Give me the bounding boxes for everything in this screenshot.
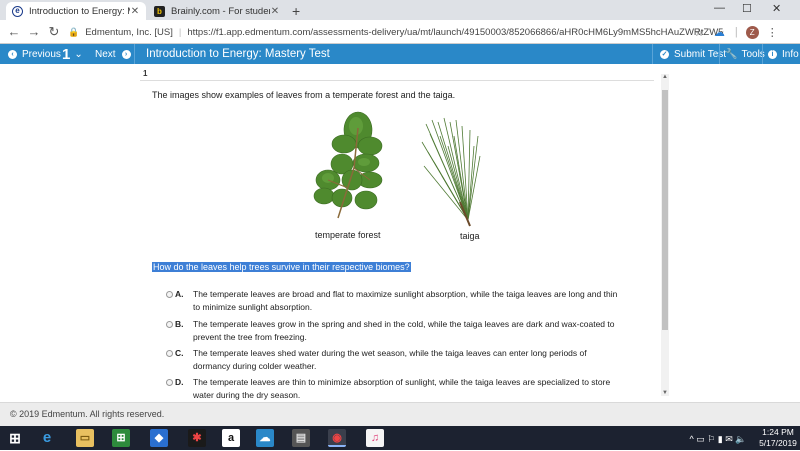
question-number-label: 1 [143,69,148,78]
submit-test-button[interactable]: ✓ Submit Test [660,44,726,64]
browser-tab-strip: e Introduction to Energy: Mastery ✕ b Br… [0,0,800,20]
separator: | [734,26,738,38]
photos-app-icon[interactable]: ✱ [188,429,206,447]
tab-title: Brainly.com - For students. By st [171,5,270,17]
close-window-button[interactable]: ✕ [772,2,781,15]
radio-button[interactable] [166,350,173,357]
star-bookmark-icon[interactable]: ☆ [694,26,704,39]
question-number: 1 [62,45,71,63]
browser-toolbar: ← → ↻ 🔒 Edmentum, Inc. [US] | https://f1… [0,20,800,44]
wrench-icon: 🔧 [725,48,738,60]
temperate-forest-caption: temperate forest [315,230,381,240]
test-title-text: Introduction to Energy: Mastery Test [146,48,330,60]
site-identity: Edmentum, Inc. [US] [85,26,173,38]
page-footer: © 2019 Edmentum. All rights reserved. [0,402,800,426]
maximize-button[interactable]: ☐ [742,2,752,15]
option-letter: C. [175,348,184,358]
chevron-down-icon: ⌄ [74,48,83,60]
oak-leaf-image [308,108,388,226]
taiga-caption: taiga [460,231,480,241]
vertical-scrollbar[interactable]: ▲ ▼ [661,74,669,396]
divider [762,44,763,64]
test-title: Introduction to Energy: Mastery Test [146,44,330,64]
copyright-text: © 2019 Edmentum. All rights reserved. [10,409,165,419]
brainly-favicon-icon: b [154,5,165,17]
tab-close-icon[interactable]: ✕ [270,6,280,17]
minimize-button[interactable]: — [714,2,725,14]
internet-explorer-icon[interactable]: e [38,429,56,447]
tools-button[interactable]: 🔧 Tools [725,44,765,64]
tab-close-icon[interactable]: ✕ [130,6,140,17]
info-button[interactable]: i Info [768,44,799,64]
radio-button[interactable] [166,291,173,298]
question-panel: 1 The images show examples of leaves fro… [0,64,800,402]
cloud-extension-icon[interactable]: ☁ [714,26,725,39]
dropbox-icon[interactable]: ◆ [150,429,168,447]
divider [134,44,135,64]
radio-button[interactable] [166,379,173,386]
edmentum-favicon-icon: e [12,5,23,17]
clock[interactable]: 1:24 PM 5/17/2019 [758,426,798,450]
forward-arrow-icon[interactable]: → [24,24,44,39]
question-selector[interactable]: 1 ⌄ [62,44,83,64]
scroll-down-icon[interactable]: ▼ [661,390,669,396]
assessment-toolbar: ‹ Previous 1 ⌄ Next › Introduction to En… [0,44,800,64]
menu-kebab-icon[interactable]: ⋮ [767,26,778,39]
back-arrow-icon[interactable]: ← [4,24,24,39]
scrollbar-thumb[interactable] [662,90,668,330]
tab-brainly[interactable]: b Brainly.com - For students. By st ✕ [148,2,286,20]
toolbar-right: ☆ ☁ | Z ⋮ [694,22,778,42]
file-explorer-icon[interactable]: ▭ [76,429,94,447]
url-text: https://f1.app.edmentum.com/assessments-… [187,26,724,38]
info-label: Info [782,48,799,60]
date-text: 5/17/2019 [759,438,797,448]
pine-needles-image [420,116,484,228]
next-label: Next [95,48,116,60]
tab-title: Introduction to Energy: Mastery [29,5,130,17]
question-text: How do the leaves help trees survive in … [152,262,411,272]
option-letter: B. [175,319,184,329]
tab-edmentum[interactable]: e Introduction to Energy: Mastery ✕ [6,2,146,20]
option-letter: A. [175,289,184,299]
windows-start-icon[interactable]: ⊞ [6,429,24,447]
lock-icon: 🔒 [68,26,80,37]
radio-button[interactable] [166,321,173,328]
profile-avatar[interactable]: Z [745,25,759,39]
previous-button[interactable]: ‹ Previous [8,44,61,64]
option-text: The temperate leaves are thin to minimiz… [193,377,611,400]
check-icon: ✓ [660,49,669,59]
itunes-icon[interactable]: ♫ [366,429,384,447]
next-button[interactable]: Next › [95,44,131,64]
reload-icon[interactable]: ↻ [44,24,64,40]
divider [719,44,720,64]
address-bar[interactable]: 🔒 Edmentum, Inc. [US] | https://f1.app.e… [68,22,724,42]
file-manager-icon[interactable]: ▤ [292,429,310,447]
chrome-icon[interactable]: ◉ [328,429,346,447]
info-icon: i [768,49,777,59]
windows-taskbar: ⊞ e ▭ ⊞ ◆ ✱ a ☁ ▤ ◉ ♫ ^ ▭ ⚐ ▮ ✉ 🔈 1:24 P… [0,426,800,450]
store-icon[interactable]: ⊞ [112,429,130,447]
option-text: The temperate leaves grow in the spring … [193,319,615,342]
amazon-icon[interactable]: a [222,429,240,447]
option-text: The temperate leaves shed water during t… [193,348,587,371]
system-tray-icons[interactable]: ^ ▭ ⚐ ▮ ✉ 🔈 [678,426,758,450]
question-prompt: The images show examples of leaves from … [152,90,456,100]
option-text: The temperate leaves are broad and flat … [193,289,618,312]
divider [652,44,653,64]
scroll-up-icon[interactable]: ▲ [661,74,669,80]
cloud-app-icon[interactable]: ☁ [256,429,274,447]
separator: | [178,26,182,38]
previous-label: Previous [22,48,61,60]
new-tab-button[interactable]: + [292,3,300,19]
option-letter: D. [175,377,184,387]
chevron-right-icon: › [121,49,131,59]
time-text: 1:24 PM [762,427,794,437]
chevron-left-icon: ‹ [8,49,17,59]
divider [140,80,654,81]
